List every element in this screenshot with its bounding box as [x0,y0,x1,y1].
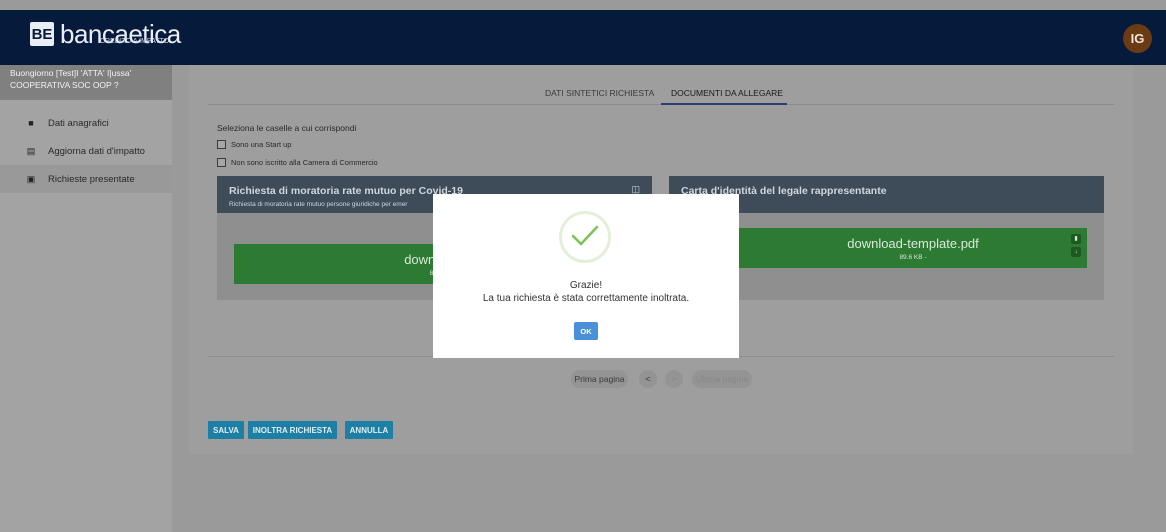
download-icon[interactable]: ↓ [1071,247,1081,257]
upload-icon: ▣ [26,173,36,184]
no-chamber-checkbox-label[interactable]: Non sono iscritto alla Camera di Commerc… [231,158,378,167]
cancel-button[interactable]: ANNULLA [345,421,393,439]
success-dialog: Grazie! La tua richiesta è stata corrett… [433,194,739,358]
download-file-size: 89.6 KB - [899,254,927,261]
brand-mark-icon: BE [30,22,54,46]
sidebar-item-aggiorna-impatto[interactable]: ▤ Aggiorna dati d'impatto [0,137,172,165]
document-subtitle: Richiesta di moratoria rate mutuo person… [229,201,408,208]
save-button[interactable]: SALVA [208,421,244,439]
ok-button[interactable]: OK [574,322,598,340]
id-card-icon: ■ [28,117,34,128]
greeting-line: COOPERATIVA SOC OOP ? [10,80,119,90]
sidebar-item-label: Richieste presentate [48,173,135,185]
no-chamber-checkbox[interactable] [217,158,226,167]
top-bar: BE bancaetica CREDITO A IMPATTO IG [0,10,1166,65]
sidebar-item-label: Aggiorna dati d'impatto [48,145,145,157]
first-page-button[interactable]: Prima pagina [571,370,628,388]
download-template-button[interactable]: download-template.pdf 89.6 KB - ▮ ↓ [739,228,1087,268]
startup-checkbox-label[interactable]: Sono una Start up [231,140,291,149]
startup-checkbox[interactable] [217,140,226,149]
list-icon: ▤ [26,145,36,156]
checkbox-hint: Seleziona le caselle a cui corrispondi [217,123,357,133]
sidebar: Buongiorno [Test]I 'ATTA' I]ussa' COOPER… [0,65,172,532]
download-file-name: download-template.pdf [847,236,979,251]
active-tab-indicator [661,103,787,105]
greeting-line: Buongiorno [Test]I 'ATTA' I]ussa' [10,68,132,78]
tab-dati-sintetici[interactable]: DATI SINTETICI RICHIESTA [545,88,654,98]
document-title: Richiesta di moratoria rate mutuo per Co… [229,185,463,197]
submit-request-button[interactable]: INOLTRA RICHIESTA [248,421,337,439]
success-check-icon [559,211,611,263]
sidebar-item-label: Dati anagrafici [48,117,109,129]
user-avatar[interactable]: IG [1123,24,1152,53]
last-page-button[interactable]: Ultima pagina [692,370,752,388]
tab-documenti-allegare[interactable]: DOCUMENTI DA ALLEGARE [671,88,783,98]
dialog-title: Grazie! [569,280,603,291]
next-page-button[interactable]: > [665,370,683,388]
sidebar-item-dati-anagrafici[interactable]: ■ Dati anagrafici [0,109,172,137]
dialog-message: La tua richiesta è stata correttamente i… [482,293,690,304]
user-greeting: Buongiorno [Test]I 'ATTA' I]ussa' COOPER… [0,65,172,100]
sidebar-item-richieste-presentate[interactable]: ▣ Richieste presentate [0,165,172,193]
prev-page-button[interactable]: < [639,370,657,388]
brand-tagline: CREDITO A IMPATTO [100,38,170,45]
tab-bar: DATI SINTETICI RICHIESTA DOCUMENTI DA AL… [208,75,1114,105]
delete-icon[interactable]: ▮ [1071,234,1081,244]
